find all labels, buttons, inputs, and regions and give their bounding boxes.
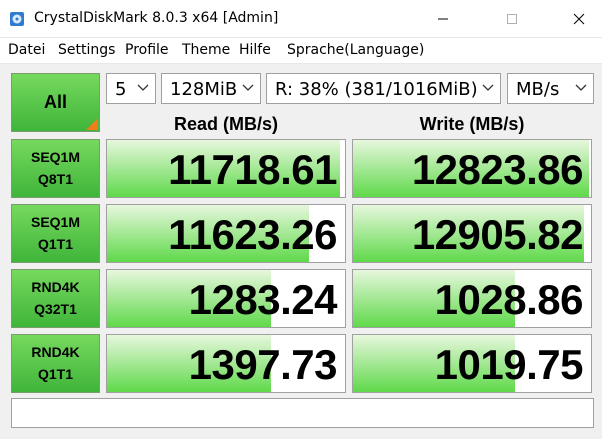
title-bar: CrystalDiskMark 8.0.3 x64 [Admin]: [0, 0, 602, 38]
test-size-select[interactable]: 128MiB: [161, 73, 261, 104]
unit-value: MB/s: [516, 79, 560, 100]
write-result-cell: 12823.86: [352, 139, 592, 198]
read-result-value: 11718.61: [168, 146, 337, 193]
test-count-value: 5: [115, 79, 127, 100]
write-column-header: Write (MB/s): [419, 114, 525, 134]
test-button-rnd4k-q32t1[interactable]: RND4K Q32T1: [11, 269, 100, 328]
comment-input[interactable]: [11, 398, 594, 428]
read-result-cell: 11623.26: [106, 204, 346, 263]
menu-hilfe[interactable]: Hilfe: [239, 42, 271, 58]
menu-settings[interactable]: Settings: [58, 42, 115, 58]
read-result-cell: 11718.61: [106, 139, 346, 198]
read-column-header: Read (MB/s): [173, 114, 278, 134]
test-button-seq1m-q1t1[interactable]: SEQ1M Q1T1: [11, 204, 100, 263]
menu-bar: Datei Settings Profile Theme Hilfe Sprac…: [0, 38, 602, 64]
test-size-value: 128MiB: [170, 79, 238, 100]
test-name: SEQ1M: [30, 149, 80, 165]
all-button[interactable]: All: [11, 73, 100, 132]
drive-select[interactable]: R: 38% (381/1016MiB): [266, 73, 501, 104]
test-name: SEQ1M: [30, 214, 80, 230]
write-result-value: 12905.82: [411, 211, 584, 258]
menu-language[interactable]: Sprache(Language): [287, 42, 424, 58]
read-result-cell: 1283.24: [106, 269, 346, 328]
test-button-seq1m-q8t1[interactable]: SEQ1M Q8T1: [11, 139, 100, 198]
write-result-value: 12823.86: [411, 146, 584, 193]
maximize-icon: [507, 14, 517, 24]
menu-profile[interactable]: Profile: [125, 42, 169, 58]
test-params: Q1T1: [37, 236, 73, 252]
corner-marker-icon: [86, 118, 98, 130]
read-result-value: 1397.73: [188, 341, 338, 388]
drive-value: R: 38% (381/1016MiB): [275, 79, 478, 100]
all-button-label: All: [43, 92, 67, 112]
test-params: Q32T1: [34, 301, 77, 317]
test-params: Q8T1: [37, 171, 73, 187]
minimize-icon: [438, 18, 448, 20]
unit-select[interactable]: MB/s: [507, 73, 594, 104]
test-name: RND4K: [31, 344, 80, 360]
chevron-down-icon: [242, 84, 254, 91]
read-result-cell: 1397.73: [106, 334, 346, 393]
read-result-value: 1283.24: [188, 276, 338, 323]
test-params: Q1T1: [37, 366, 73, 382]
test-name: RND4K: [31, 279, 80, 295]
window-title: CrystalDiskMark 8.0.3 x64 [Admin]: [34, 10, 279, 26]
write-result-value: 1028.86: [434, 276, 584, 323]
test-count-select[interactable]: 5: [106, 73, 156, 104]
chevron-down-icon: [137, 84, 149, 91]
close-button[interactable]: [556, 0, 602, 38]
read-result-value: 11623.26: [168, 211, 337, 258]
minimize-button[interactable]: [420, 0, 466, 38]
menu-theme[interactable]: Theme: [182, 42, 230, 58]
maximize-button[interactable]: [489, 0, 535, 38]
test-button-rnd4k-q1t1[interactable]: RND4K Q1T1: [11, 334, 100, 393]
close-icon: [573, 13, 585, 25]
menu-datei[interactable]: Datei: [8, 42, 45, 58]
chevron-down-icon: [575, 84, 587, 91]
app-disk-icon: [10, 12, 24, 26]
chevron-down-icon: [482, 84, 494, 91]
write-result-cell: 12905.82: [352, 204, 592, 263]
write-result-cell: 1028.86: [352, 269, 592, 328]
write-result-cell: 1019.75: [352, 334, 592, 393]
write-result-value: 1019.75: [434, 341, 584, 388]
